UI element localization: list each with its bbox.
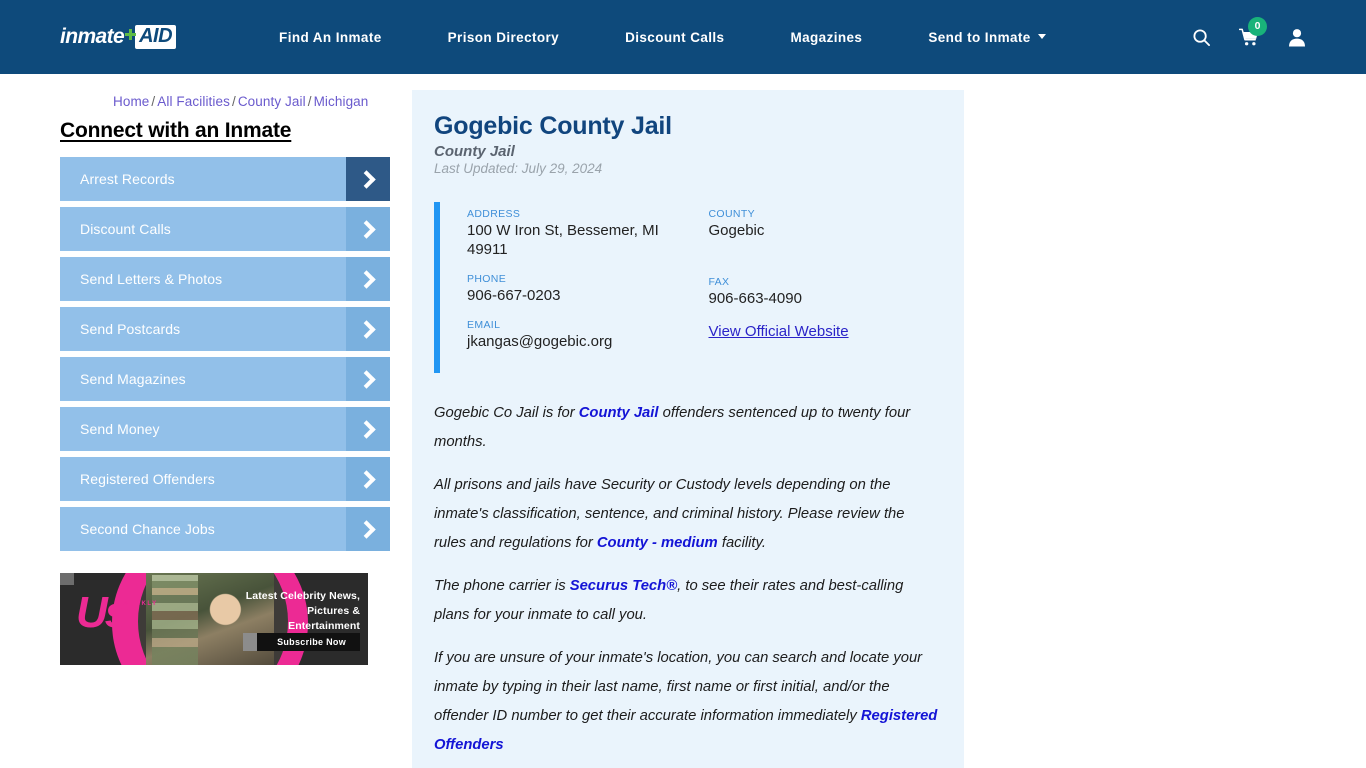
sidebar-item-send-letters-photos[interactable]: Send Letters & Photos: [60, 257, 390, 301]
advertisement-banner[interactable]: Us WEEKLY Latest Celebrity News, Picture…: [60, 573, 368, 665]
chevron-right-icon: [346, 207, 390, 251]
breadcrumb-item-michigan[interactable]: Michigan: [314, 94, 369, 109]
site-header: inmate AID Find An Inmate Prison Director…: [0, 0, 1366, 74]
left-sidebar: Home / All Facilities / County Jail / Michigan…: [60, 90, 400, 768]
sidebar-item-second-chance-jobs[interactable]: Second Chance Jobs: [60, 507, 390, 551]
ad-brand-sublabel: WEEKLY: [123, 601, 158, 607]
description-paragraph: If you are unsure of your inmate's locat…: [434, 644, 938, 760]
main-navigation: Find An Inmate Prison Directory Discount…: [246, 30, 1079, 45]
nav-item-discount-calls[interactable]: Discount Calls: [592, 30, 757, 45]
contact-info-block: ADDRESS 100 W Iron St, Bessemer, MI 4991…: [434, 202, 938, 373]
contact-column-left: ADDRESS 100 W Iron St, Bessemer, MI 4991…: [467, 208, 703, 365]
inline-link-securus-tech[interactable]: Securus Tech®: [570, 578, 677, 594]
sidebar-item-arrest-records[interactable]: Arrest Records: [60, 157, 390, 201]
email-label: EMAIL: [467, 319, 501, 331]
phone-value: 906-667-0203: [467, 287, 561, 304]
facility-description: Gogebic Co Jail is for County Jail offen…: [434, 399, 938, 760]
last-updated-text: Last Updated: July 29, 2024: [434, 161, 603, 176]
sidebar-item-label: Second Chance Jobs: [80, 521, 215, 537]
chevron-right-icon: [346, 507, 390, 551]
sidebar-item-label: Arrest Records: [80, 171, 175, 187]
email-value: jkangas@gogebic.org: [467, 333, 613, 350]
cart-count-badge: 0: [1248, 16, 1267, 36]
breadcrumb-separator: /: [231, 94, 236, 109]
address-value: 100 W Iron St, Bessemer, MI 49911: [467, 222, 659, 258]
logo-aid-badge: AID: [135, 25, 177, 49]
nav-item-prison-directory[interactable]: Prison Directory: [415, 30, 592, 45]
header-icon-group: 0: [1192, 16, 1306, 47]
description-paragraph: All prisons and jails have Security or C…: [434, 471, 938, 558]
sidebar-item-label: Discount Calls: [80, 221, 171, 237]
sidebar-item-send-postcards[interactable]: Send Postcards: [60, 307, 390, 351]
text-run: facility.: [717, 535, 766, 551]
fax-label: FAX: [708, 276, 730, 288]
sidebar-item-send-magazines[interactable]: Send Magazines: [60, 357, 390, 401]
search-icon[interactable]: [1192, 28, 1211, 47]
ad-subscribe-button[interactable]: Subscribe Now: [243, 633, 360, 651]
sidebar-item-label: Send Letters & Photos: [80, 271, 223, 287]
chevron-right-icon: [346, 357, 390, 401]
breadcrumb-item-all-facilities[interactable]: All Facilities: [157, 94, 230, 109]
page-title: Gogebic County Jail: [434, 112, 672, 140]
breadcrumb-item-county-jail[interactable]: County Jail: [238, 94, 306, 109]
main-content: Gogebic County Jail County Jail Last Upd…: [400, 90, 1306, 768]
text-run: The phone carrier is: [434, 578, 570, 594]
sidebar-item-label: Send Money: [80, 421, 160, 437]
sidebar-heading: Connect with an Inmate: [60, 119, 292, 142]
chevron-right-icon: [346, 257, 390, 301]
sidebar-item-label: Send Magazines: [80, 371, 186, 387]
plus-cross-icon: [125, 28, 137, 40]
county-label: COUNTY: [708, 208, 755, 220]
page-body: Home / All Facilities / County Jail / Michigan…: [0, 74, 1366, 768]
chevron-right-icon: [346, 157, 390, 201]
phone-label: PHONE: [467, 273, 507, 285]
nav-item-find-an-inmate[interactable]: Find An Inmate: [246, 30, 415, 45]
inline-link-county-medium[interactable]: County - medium: [597, 535, 718, 551]
chevron-right-icon: [346, 407, 390, 451]
chevron-right-icon: [346, 457, 390, 501]
site-logo[interactable]: inmate AID: [60, 25, 177, 49]
ad-brand-logo: Us: [76, 588, 129, 637]
facility-type: County Jail: [434, 143, 515, 160]
sidebar-item-discount-calls[interactable]: Discount Calls: [60, 207, 390, 251]
nav-item-send-to-inmate[interactable]: Send to Inmate: [895, 30, 1078, 45]
ad-corner-marker: [60, 573, 74, 585]
breadcrumb-item-home[interactable]: Home: [113, 94, 149, 109]
fax-value: 906-663-4090: [708, 290, 802, 307]
county-value: Gogebic: [708, 222, 765, 239]
nav-item-magazines[interactable]: Magazines: [757, 30, 895, 45]
sidebar-item-registered-offenders[interactable]: Registered Offenders: [60, 457, 390, 501]
description-paragraph: The phone carrier is Securus Tech®, to s…: [434, 572, 938, 630]
shopping-cart-icon[interactable]: 0: [1239, 16, 1267, 47]
inline-link-county-jail[interactable]: County Jail: [579, 405, 659, 421]
sidebar-item-send-money[interactable]: Send Money: [60, 407, 390, 451]
logo-wordmark: inmate: [60, 25, 125, 48]
text-run: If you are unsure of your inmate's locat…: [434, 650, 923, 724]
user-account-icon[interactable]: [1288, 28, 1306, 47]
address-label: ADDRESS: [467, 208, 521, 220]
breadcrumb: Home / All Facilities / County Jail / Michigan: [113, 94, 390, 109]
breadcrumb-separator: /: [307, 94, 312, 109]
text-run: Gogebic Co Jail is for: [434, 405, 579, 421]
chevron-right-icon: [346, 307, 390, 351]
contact-column-right: COUNTY Gogebic FAX 906-663-4090 View Off…: [703, 208, 939, 365]
sidebar-item-label: Send Postcards: [80, 321, 181, 337]
view-official-website-link[interactable]: View Official Website: [709, 322, 939, 341]
sidebar-item-label: Registered Offenders: [80, 471, 215, 487]
ad-headline: Latest Celebrity News, Pictures & Entert…: [245, 590, 360, 632]
facility-detail-panel: Gogebic County Jail County Jail Last Upd…: [412, 90, 964, 768]
description-paragraph: Gogebic Co Jail is for County Jail offen…: [434, 399, 938, 457]
